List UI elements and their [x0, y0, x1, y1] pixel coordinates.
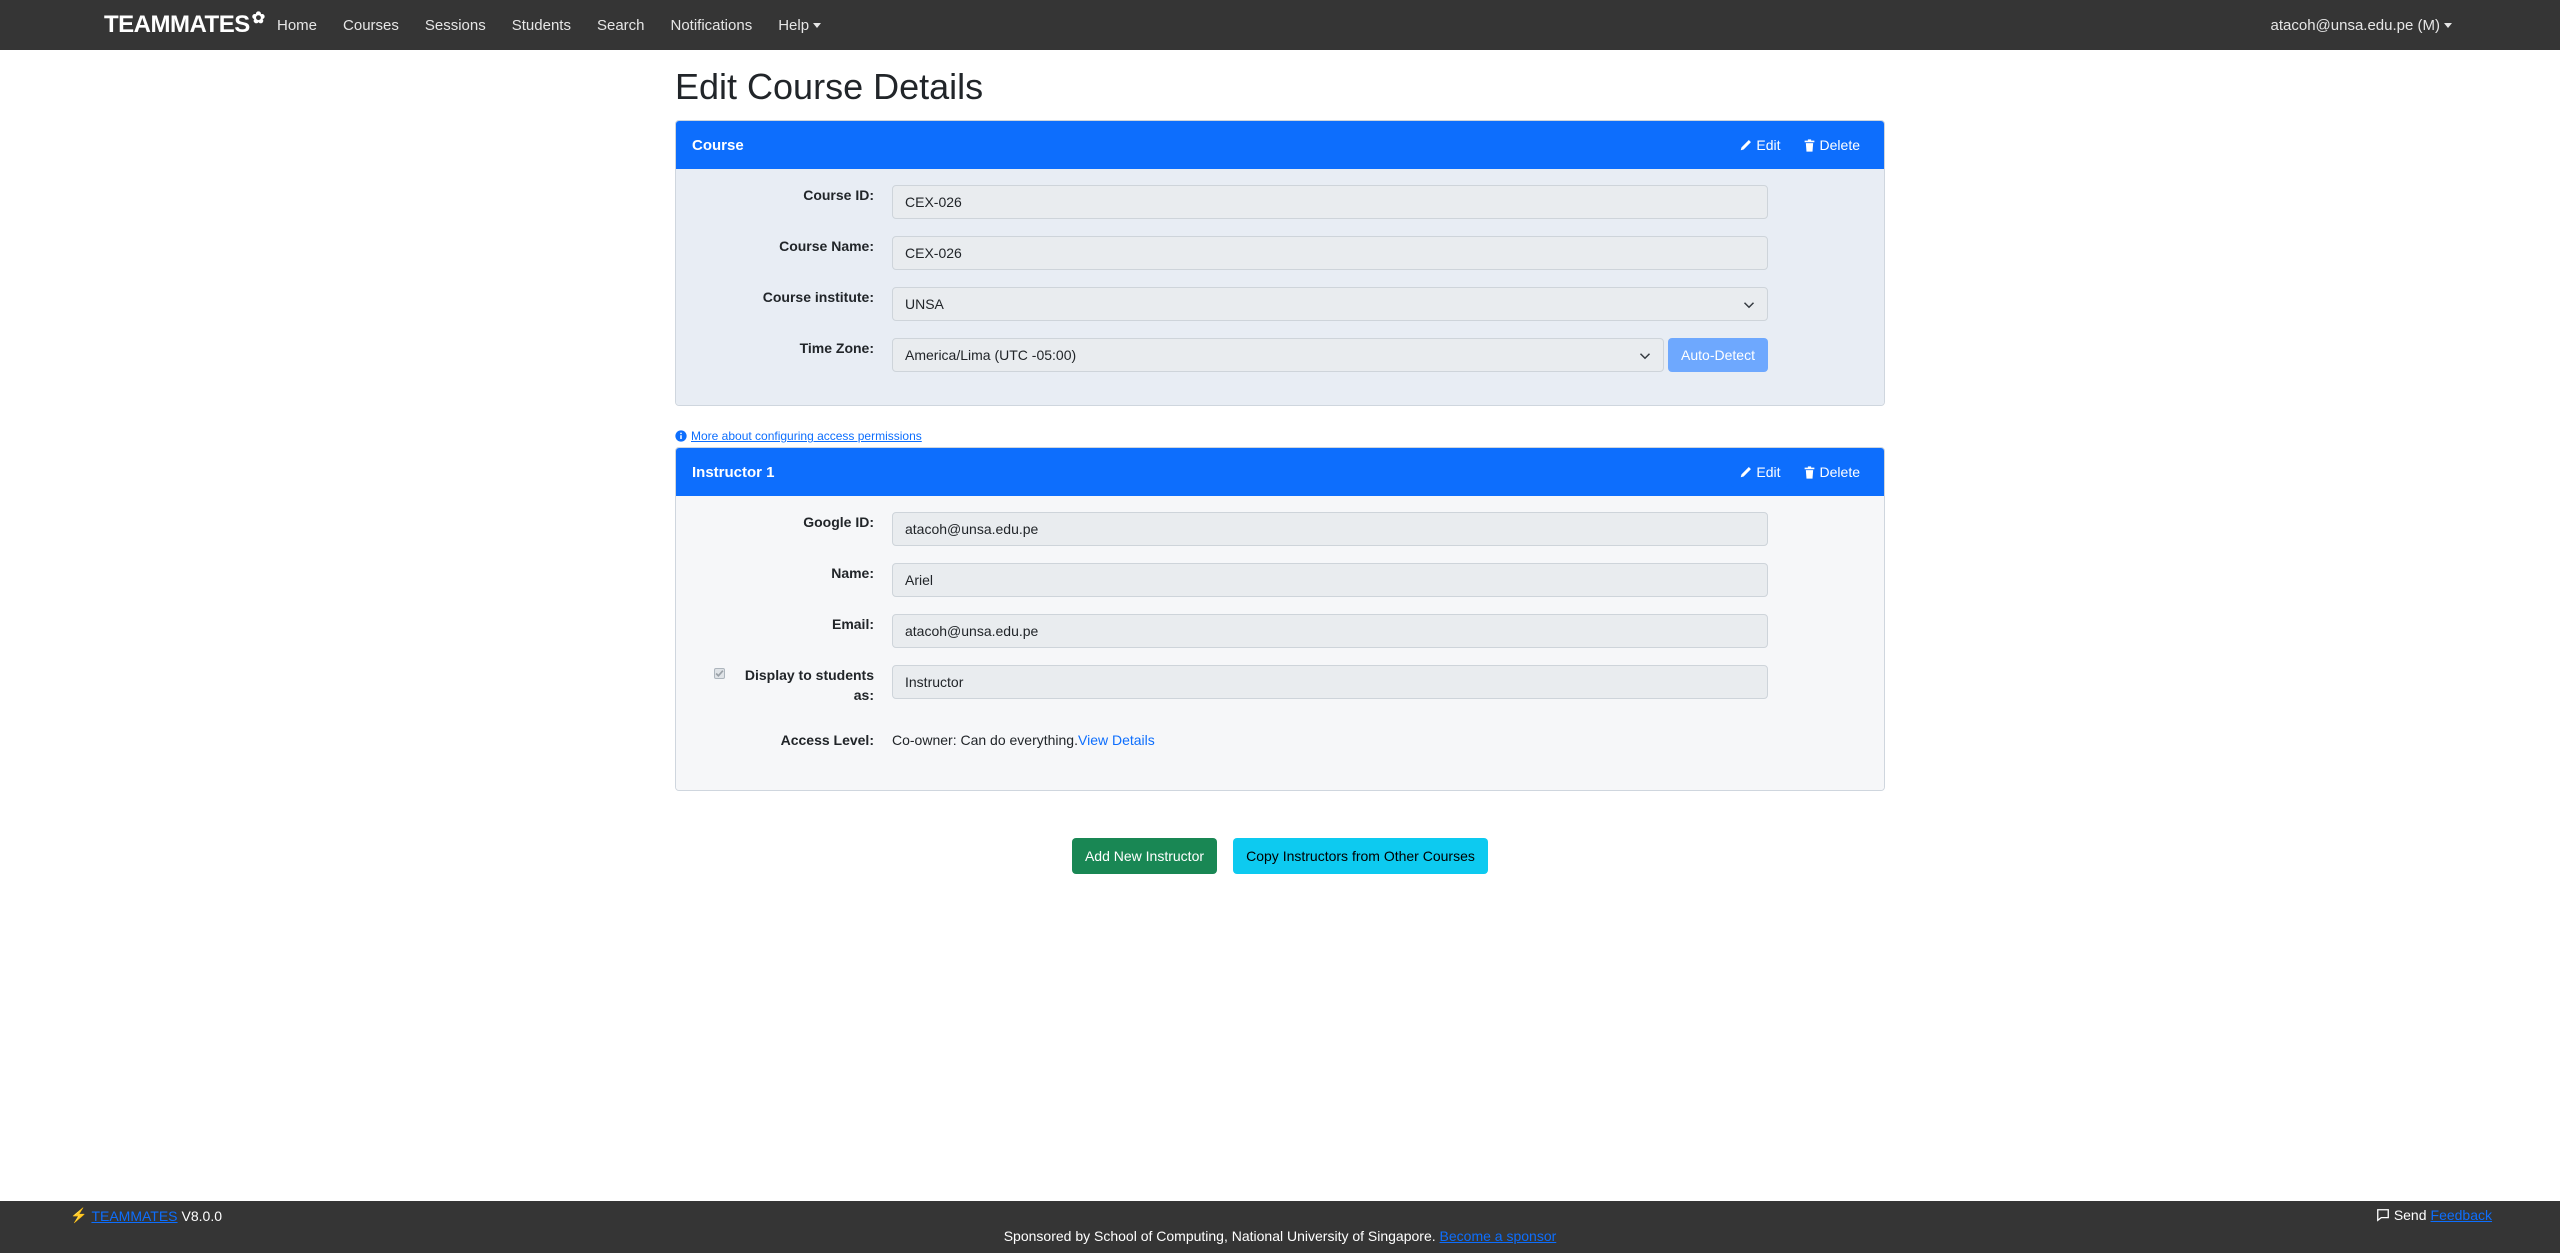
course-institute-value: UNSA [905, 296, 944, 312]
access-permissions-link[interactable]: More about configuring access permission… [675, 429, 922, 443]
course-institute-label: Course institute: [762, 289, 874, 305]
trash-icon [1804, 138, 1814, 152]
display-as-field[interactable]: Instructor [892, 665, 1768, 699]
footer-version-text: V8.0.0 [181, 1207, 222, 1224]
info-circle-icon [675, 430, 687, 442]
footer-feedback: Send Feedback [2376, 1207, 2492, 1223]
brand-people-icon: ✿ [251, 10, 265, 27]
nav-help-dropdown[interactable]: Help [765, 17, 834, 34]
course-name-field[interactable]: CEX-026 [892, 236, 1768, 270]
lightning-icon: ⚡ [70, 1207, 88, 1223]
nav-search[interactable]: Search [584, 17, 658, 34]
instructor-delete-label: Delete [1819, 464, 1860, 480]
nav-help-label: Help [778, 16, 810, 34]
chevron-down-icon [1743, 302, 1755, 309]
caret-down-icon [2444, 22, 2452, 28]
course-card-actions: Edit Delete [1731, 130, 1868, 160]
instructor-email-field[interactable]: atacoh@unsa.edu.pe [892, 614, 1768, 648]
become-sponsor-link[interactable]: Become a sponsor [1440, 1228, 1557, 1244]
course-name-label: Course Name: [779, 238, 874, 254]
footer-sponsor: Sponsored by School of Computing, Nation… [0, 1228, 2560, 1244]
instructor-card-actions: Edit Delete [1731, 457, 1868, 487]
time-zone-value: America/Lima (UTC -05:00) [905, 347, 1077, 363]
course-delete-label: Delete [1819, 137, 1860, 153]
course-card-body: Course ID: CEX-026 Course Name: CEX-026 … [676, 169, 1884, 405]
access-level-text: Co-owner: Can do everything.View Details [892, 730, 1155, 750]
google-id-label: Google ID: [803, 514, 874, 530]
footer-app-link[interactable]: TEAMMATES [91, 1208, 177, 1224]
instructor-delete-button[interactable]: Delete [1794, 457, 1868, 487]
trash-icon [1804, 465, 1814, 479]
nav-courses[interactable]: Courses [330, 17, 412, 34]
nav-menu: Home Courses Sessions Students Search No… [264, 0, 834, 50]
feedback-link[interactable]: Feedback [2431, 1207, 2492, 1223]
top-navbar: TEAMMATES ✿ Home Courses Sessions Studen… [0, 0, 2560, 50]
instructor-card-body: Google ID: atacoh@unsa.edu.pe Name: Arie… [676, 496, 1884, 790]
pencil-icon [1741, 466, 1752, 477]
footer-version: ⚡ TEAMMATES V8.0.0 [70, 1207, 222, 1224]
access-permissions-label: More about configuring access permission… [691, 429, 922, 443]
instructor-name-label: Name: [831, 565, 874, 581]
course-id-field[interactable]: CEX-026 [892, 185, 1768, 219]
display-as-label-line1: Display to students [744, 667, 874, 683]
display-to-students-checkbox[interactable] [714, 668, 725, 679]
time-zone-select[interactable]: America/Lima (UTC -05:00) [892, 338, 1664, 372]
instructor-name-field[interactable]: Ariel [892, 563, 1768, 597]
display-as-label-line2: as: [853, 687, 874, 703]
nav-students[interactable]: Students [499, 17, 584, 34]
chat-icon [2376, 1209, 2389, 1222]
page-title: Edit Course Details [675, 66, 984, 107]
pencil-icon [1741, 139, 1752, 150]
footer: ⚡ TEAMMATES V8.0.0 Sponsored by School o… [0, 1201, 2560, 1253]
brand-logo[interactable]: TEAMMATES ✿ [104, 8, 265, 42]
user-email: atacoh@unsa.edu.pe (M) [2270, 16, 2441, 34]
course-institute-select[interactable]: UNSA [892, 287, 1768, 321]
copy-instructors-button[interactable]: Copy Instructors from Other Courses [1233, 838, 1488, 874]
instructor-card-title: Instructor 1 [692, 463, 775, 481]
nav-home[interactable]: Home [264, 17, 330, 34]
google-id-field[interactable]: atacoh@unsa.edu.pe [892, 512, 1768, 546]
footer-sponsor-text: Sponsored by School of Computing, Nation… [1003, 1228, 1436, 1244]
course-id-label: Course ID: [803, 187, 874, 203]
instructor-email-label: Email: [831, 616, 874, 632]
add-new-instructor-button[interactable]: Add New Instructor [1072, 838, 1217, 874]
course-edit-button[interactable]: Edit [1731, 130, 1789, 160]
view-details-link[interactable]: View Details [1078, 732, 1155, 748]
instructor-edit-label: Edit [1756, 464, 1781, 480]
time-zone-label: Time Zone: [799, 340, 874, 356]
access-level-label: Access Level: [780, 732, 874, 748]
instructor-edit-button[interactable]: Edit [1731, 457, 1789, 487]
course-card: Course Edit Delete Course ID: CEX-026 Co… [675, 120, 1885, 406]
instructor-card-header: Instructor 1 Edit Delete [676, 448, 1884, 496]
caret-down-icon [813, 23, 822, 29]
auto-detect-button[interactable]: Auto-Detect [1668, 338, 1768, 372]
course-card-header: Course Edit Delete [676, 121, 1884, 169]
user-menu-dropdown[interactable]: atacoh@unsa.edu.pe (M) [2270, 0, 2452, 50]
course-edit-label: Edit [1756, 137, 1781, 153]
nav-sessions[interactable]: Sessions [412, 17, 499, 34]
nav-notifications[interactable]: Notifications [658, 17, 766, 34]
course-card-title: Course [692, 136, 744, 154]
instructor-card: Instructor 1 Edit Delete Google ID: atac… [675, 447, 1885, 791]
course-delete-button[interactable]: Delete [1794, 130, 1868, 160]
footer-send-text: Send [2393, 1207, 2427, 1223]
access-level-value: Co-owner: Can do everything. [892, 732, 1078, 748]
brand-name: TEAMMATES [104, 11, 250, 38]
chevron-down-icon [1639, 353, 1651, 360]
